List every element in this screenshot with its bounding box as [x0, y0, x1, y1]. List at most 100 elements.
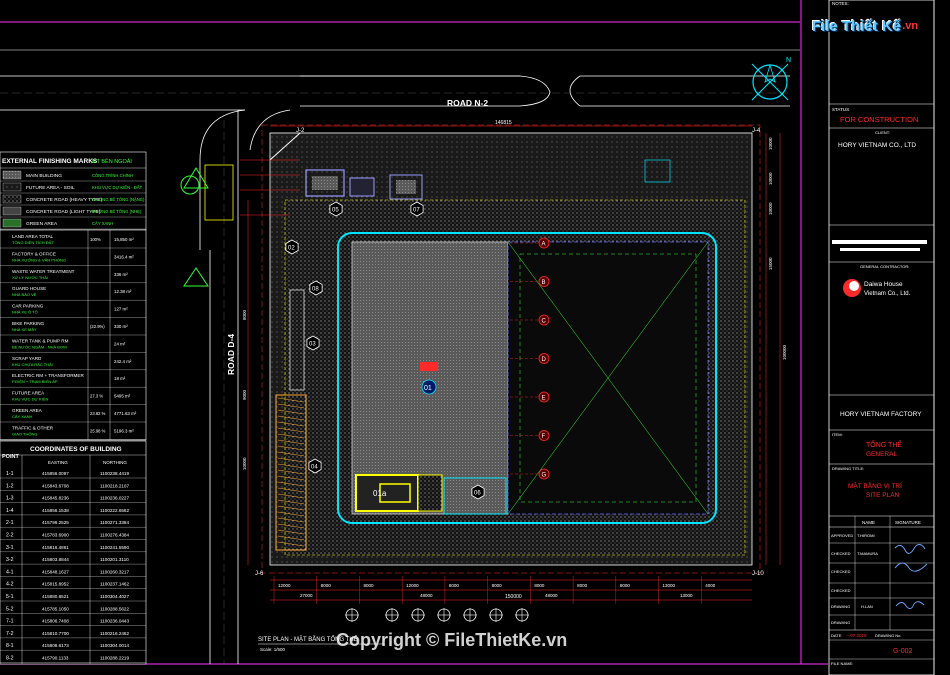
area-row-name: FACTORY & OFFICE [12, 251, 56, 256]
coord-row-northing: 1100238.4419 [100, 471, 129, 476]
coord-row-northing: 1100216.2462 [100, 631, 129, 636]
tb-drawing-title-en: SITE PLAN [866, 492, 900, 499]
main-building-factory [351, 241, 509, 515]
coord-row-point: 3-2 [6, 557, 14, 563]
legend-row-vn: KHU VỰC DỰ KIẾN - ĐẤT [92, 185, 143, 190]
area-row-pct: 27.3 % [90, 394, 103, 399]
legend-swatch [2, 206, 22, 216]
coordinates-table: COORDINATES OF BUILDING POINT EASTING NO… [0, 440, 147, 665]
area-row-name: TRAFFIC & OTHER [12, 425, 54, 430]
area-row-pct: 25.98 % [90, 428, 106, 433]
tb-contractor-1: Daiwa House [864, 281, 903, 288]
title-block: NOTES: STATUS FOR CONSTRUCTION CLIENT: H… [828, 0, 935, 675]
legend-title-vn: MT BÊN NGOÀI [92, 157, 132, 165]
dim-bottom-label: 8000 [620, 583, 631, 588]
legend-row-vn: CÔNG TRÌNH CHÍNH [92, 173, 133, 178]
corner-j10: J-10 [752, 571, 764, 577]
watermark-logo: File Thiết Kế .vn [812, 14, 924, 38]
tb-project: HORY VIETNAM FACTORY [840, 411, 922, 418]
tag-label: 06 [474, 491, 481, 497]
dim-right-label: 15000 [768, 257, 773, 270]
legend-row-name: FUTURE AREA - SOIL [26, 185, 75, 191]
coord-row-easting: 415790.1133 [42, 656, 69, 661]
site-plan-drawing: ROAD N-2 ROAD D-4 N 01 01a ABCDEFG 02030… [0, 0, 935, 675]
coords-col-point: POINT [2, 454, 19, 460]
area-row-name: WATER TANK & PUMP RM [12, 338, 69, 343]
tb-item-en: GENERAL [866, 451, 897, 458]
dim-right-label: 10000 [768, 202, 773, 215]
area-row-vn: CÂY XANH [12, 414, 32, 419]
coord-row-easting: 415806.7408 [42, 619, 69, 624]
dim-bottom-label: 8000 [449, 583, 460, 588]
dimension-right: 10000 10000 10000 15000 100000 [765, 133, 787, 565]
coord-row-easting: 415803.8844 [42, 557, 69, 562]
area-row-value: 336 m² [114, 272, 128, 277]
tb-contractor-label: GENERAL CONTRACTOR: [860, 264, 909, 269]
coord-row-easting: 415845.8236 [42, 496, 69, 501]
legend-row-name: CONCRETE ROAD (LIGHT TYPE) [26, 209, 101, 215]
dim-left-label: 9000 [242, 389, 247, 400]
coord-row-point: 3-1 [6, 545, 14, 551]
dim-bottom-mid-label: 48000 [545, 593, 558, 598]
coord-row-point: 4-1 [6, 569, 14, 575]
area-row-name: SCRAP YARD [12, 356, 42, 361]
coord-row-easting: 415848.1627 [42, 569, 69, 574]
tb-drawing-label: DRAWING [831, 604, 850, 609]
coord-row-northing: 1100276.4384 [100, 533, 129, 538]
coord-row-point: 2-1 [6, 520, 14, 526]
area-row-pct: 23.82 % [90, 411, 106, 416]
dim-bottom-label: 13000 [663, 583, 676, 588]
dim-bottom-label: 8000 [363, 583, 374, 588]
area-row-vn: NHÀ XE MÁY [12, 327, 37, 332]
area-row-name: GUARD HOUSE [12, 286, 46, 291]
grid-bubble-label: D [542, 357, 547, 363]
area-row-value: 4771.63 m² [114, 411, 137, 416]
area-row-pct: (22.9%) [90, 324, 105, 329]
dim-right-label: 100000 [782, 344, 787, 360]
coord-row-point: 5-1 [6, 594, 14, 600]
area-row-vn: NHÀ BẢO VỆ [12, 292, 37, 297]
grid-bubble-label: F [542, 434, 546, 440]
tag-label: 08 [312, 287, 319, 293]
tb-item-label: ITEM: [832, 432, 843, 437]
copyright-watermark: Copyright © FileThietKe.vn [336, 630, 568, 650]
coord-row-northing: 1100222.6562 [100, 508, 129, 513]
coord-row-northing: 1100304.0014 [100, 643, 129, 648]
coord-row-point: 1-1 [6, 471, 14, 477]
area-row-value: 242.4 m² [114, 359, 132, 364]
area-row-vn: KHU VỰC DỰ KIẾN [12, 397, 49, 402]
area-row-name: ELECTRIC RM + TRANSFORMER [12, 373, 84, 378]
tag-01a-label: 01a [373, 489, 387, 498]
coord-row-northing: 1100271.3384 [100, 520, 129, 525]
area-row-vn: BỂ NƯỚC NGẦM - NHÀ BƠM [12, 344, 67, 349]
legend-swatch [2, 218, 22, 228]
tb-item-vn: TỔNG THỂ [866, 440, 902, 449]
area-row-vn: NHÀ XƯỞNG & VĂN PHÒNG [12, 257, 66, 262]
coord-row-northing: 1100236.0443 [100, 619, 129, 624]
area-table: LAND AREA TOTALTỔNG DIỆN TÍCH ĐẤT 100% 15,… [0, 229, 147, 441]
dim-bottom-label: 8000 [321, 583, 332, 588]
coord-row-point: 5-2 [6, 606, 14, 612]
legend-row-vn: ĐƯỜNG BÊ TÔNG (NHẸ) [92, 209, 142, 214]
area-row-value: 15,850 m² [114, 237, 134, 242]
tag-label: 02 [288, 246, 295, 252]
dim-bottom-mid-label: 27000 [300, 593, 313, 598]
dim-bottom-total: 150000 [505, 594, 522, 600]
legend-row-name: GREEN AREA [26, 221, 58, 227]
coord-row-easting: 415785.1050 [42, 606, 69, 611]
tag-label: 05 [332, 208, 339, 214]
area-row-vn: P.ĐIỆN + TRẠM BIẾN ÁP [12, 379, 58, 384]
dim-bottom-label: 8000 [577, 583, 588, 588]
coord-row-point: 1-3 [6, 496, 14, 502]
road-d4-label: ROAD D-4 [226, 334, 236, 375]
coord-row-northing: 1100237.1462 [100, 582, 129, 587]
legend-swatch [2, 170, 22, 180]
dim-bottom-mid-label: 13000 [680, 593, 693, 598]
tb-client: HORY VIETNAM CO., LTD [838, 142, 916, 149]
coord-row-point: 2-2 [6, 533, 14, 539]
tb-drawing-no-label: DRAWING No. [875, 633, 902, 638]
corner-j4: J-4 [752, 128, 761, 134]
coord-row-easting: 415808.6173 [42, 643, 69, 648]
coord-row-easting: 415783.6900 [42, 533, 69, 538]
coord-row-northing: 1100236.0227 [100, 496, 129, 501]
